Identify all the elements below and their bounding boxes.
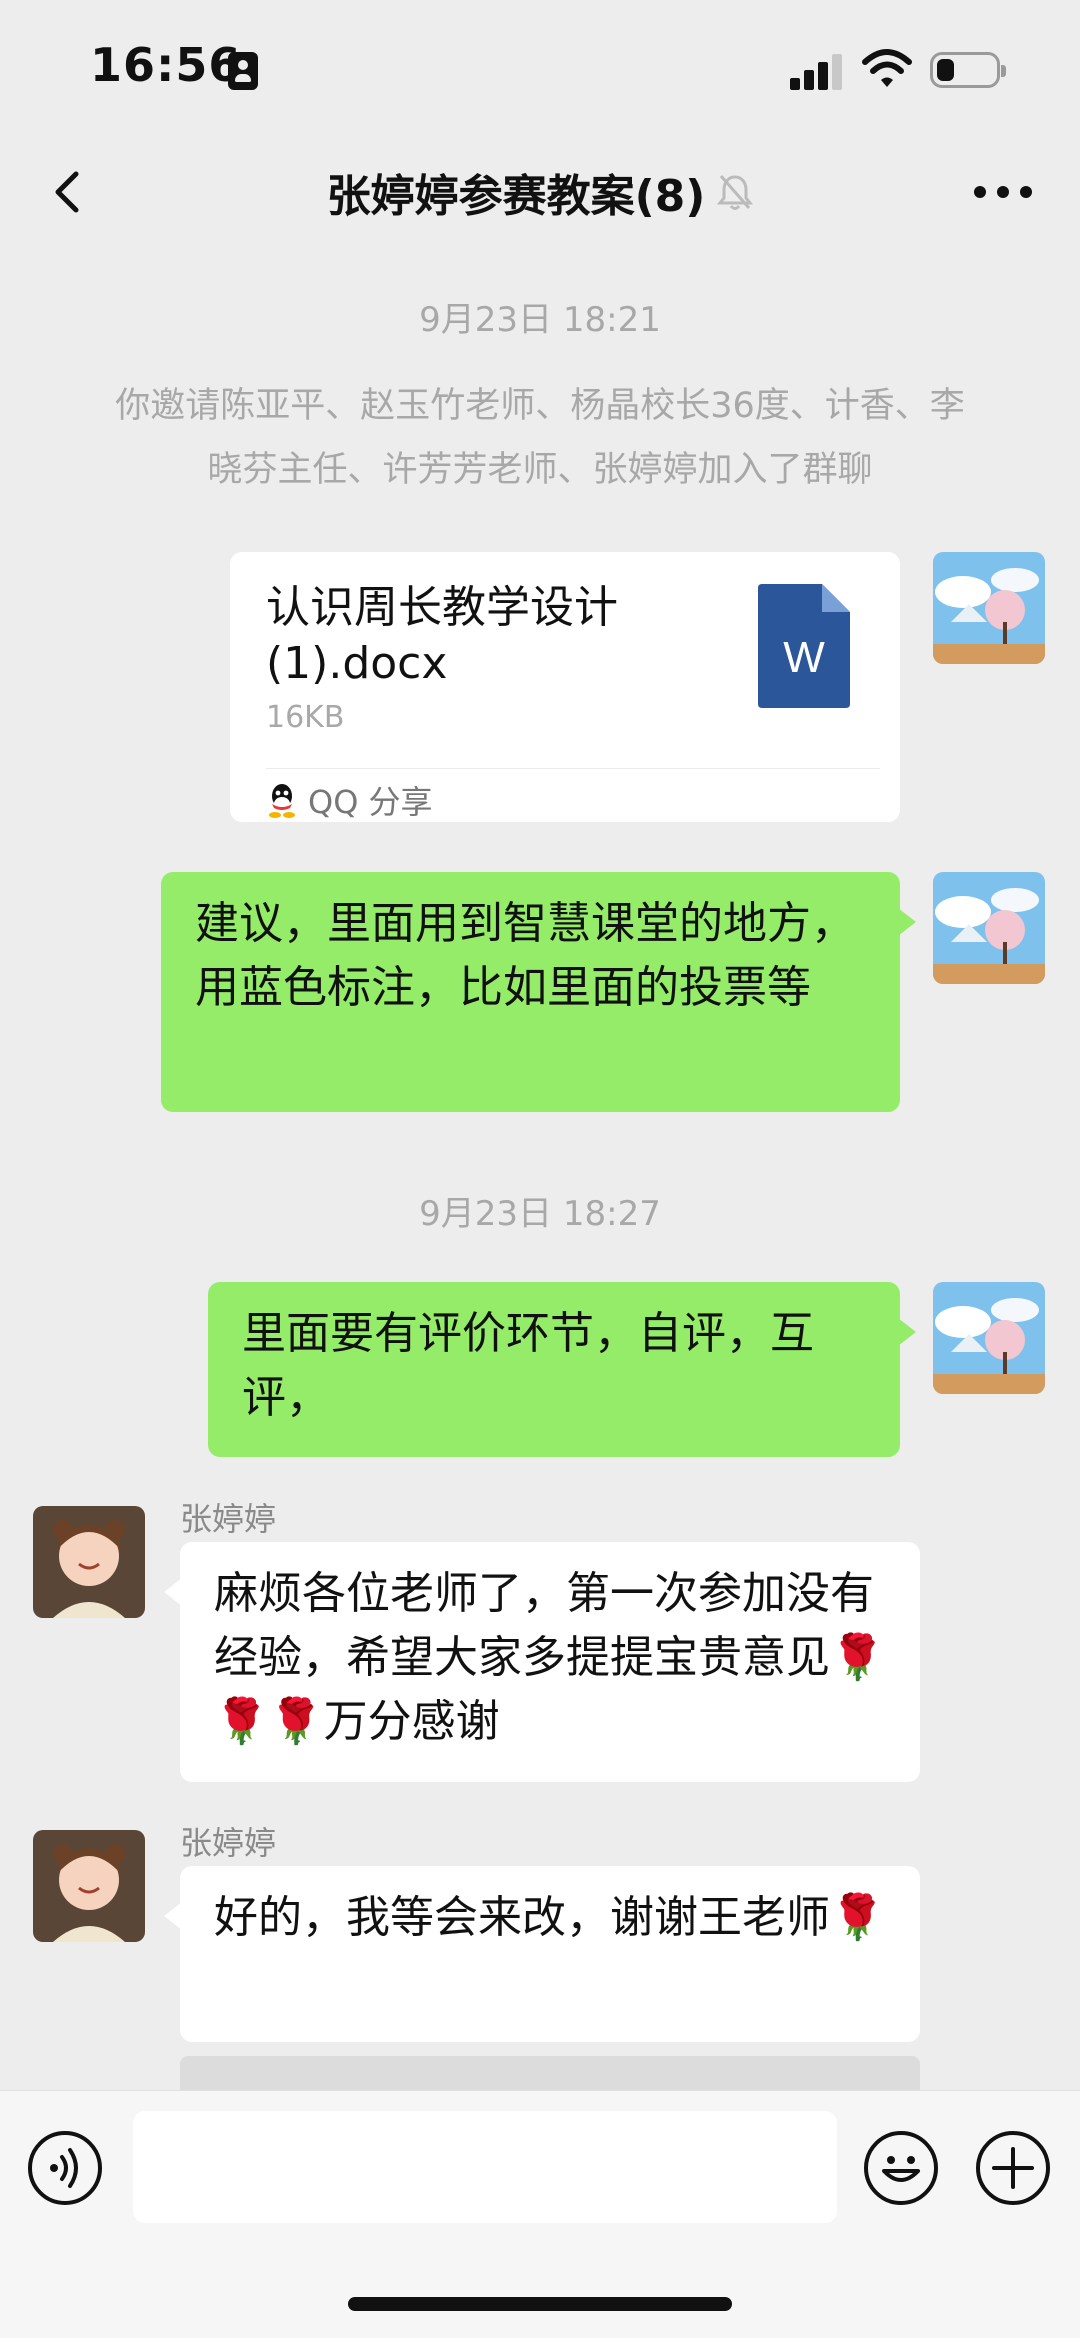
chat-title-bar: 张婷婷参赛教案(8): [0, 160, 1080, 224]
message-text: 好的，我等会来改，谢谢王老师🌹: [214, 1892, 885, 1943]
bubble-tail: [164, 1578, 182, 1606]
message-text: 建议，里面用到智慧课堂的地方，用蓝色标注，比如里面的投票等: [195, 898, 855, 1013]
signal-icon: [790, 52, 844, 90]
bubble-tail: [898, 1318, 916, 1346]
file-source: QQ 分享: [266, 778, 433, 822]
message-input[interactable]: [133, 2111, 837, 2223]
plus-button[interactable]: [976, 2131, 1050, 2205]
file-message-card[interactable]: 认识周长教学设计(1).docx 16KB W QQ 分享: [230, 552, 900, 822]
timestamp: 9月23日 18:27: [419, 1194, 661, 1234]
qq-icon: [269, 784, 295, 818]
contact-avatar[interactable]: [33, 1506, 145, 1618]
my-avatar[interactable]: [933, 872, 1045, 984]
bubble-tail: [898, 908, 916, 936]
status-bar: 16:56: [0, 0, 1080, 140]
file-source-label: QQ 分享: [308, 783, 433, 821]
sent-message[interactable]: 建议，里面用到智慧课堂的地方，用蓝色标注，比如里面的投票等: [161, 872, 916, 1112]
plus-icon: [992, 2147, 1034, 2189]
word-icon-letter: W: [783, 633, 825, 682]
divider: [266, 768, 880, 769]
message-text: 麻烦各位老师了，第一次参加没有经验，希望大家多提提宝贵意见🌹🌹🌹万分感谢: [214, 1568, 885, 1747]
file-name: 认识周长教学设计(1).docx: [266, 582, 618, 689]
voice-icon: [50, 2148, 78, 2188]
sender-name: 张婷婷: [180, 1500, 277, 1538]
sent-message[interactable]: 里面要有评价环节，自评，互评，: [208, 1282, 916, 1457]
status-time: 16:56: [90, 38, 242, 92]
my-avatar[interactable]: [933, 1282, 1045, 1394]
received-message[interactable]: 麻烦各位老师了，第一次参加没有经验，希望大家多提提宝贵意见🌹🌹🌹万分感谢: [164, 1542, 920, 1782]
battery-fill: [937, 59, 954, 81]
contact-avatar[interactable]: [33, 1830, 145, 1942]
sender-name: 张婷婷: [180, 1824, 277, 1862]
emoji-button[interactable]: [864, 2131, 938, 2205]
voice-button[interactable]: [28, 2131, 102, 2205]
wifi-icon: [862, 49, 912, 87]
more-options-icon[interactable]: [968, 162, 1038, 222]
timestamp: 9月23日 18:21: [419, 300, 661, 340]
word-document-icon: W: [758, 584, 850, 708]
file-size: 16KB: [266, 700, 345, 735]
chat-title: 张婷婷参赛教案(8): [326, 171, 706, 222]
bubble-tail: [164, 1902, 182, 1930]
battery-icon: [930, 52, 1006, 88]
contact-card-icon: [228, 52, 258, 90]
received-message[interactable]: 好的，我等会来改，谢谢王老师🌹: [164, 1866, 920, 2042]
mute-bell-icon: [717, 175, 754, 210]
nav-bar: 张婷婷参赛教案(8): [0, 140, 1080, 240]
home-indicator: [348, 2297, 732, 2311]
emoji-icon: [882, 2156, 920, 2182]
system-message: 你邀请陈亚平、赵玉竹老师、杨晶校长36度、计香、李晓芬主任、许芳芳老师、张婷婷加…: [115, 386, 965, 490]
my-avatar[interactable]: [933, 552, 1045, 664]
message-text: 里面要有评价环节，自评，互评，: [242, 1308, 814, 1423]
